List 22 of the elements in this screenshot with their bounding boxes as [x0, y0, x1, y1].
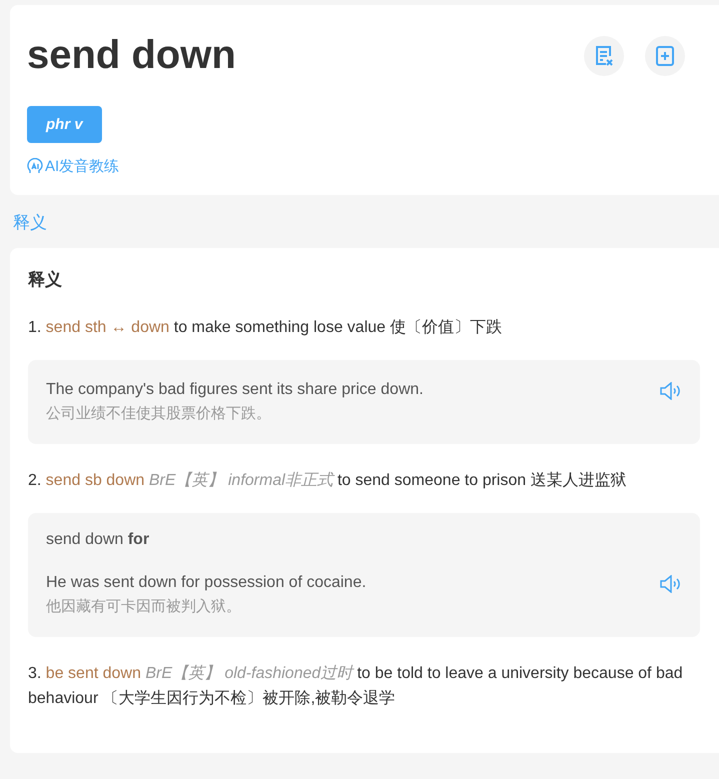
add-button[interactable] [645, 36, 685, 76]
part-of-speech-tag: phr v [27, 106, 102, 143]
definition-line: 1. send sth ↔ down to make something lose value 使〔价值〕下跌 [28, 318, 503, 338]
example-sentence: He was sent down for possession of cocaine. [46, 573, 366, 593]
example-sentence: The company's bad figures sent its share price down. [46, 380, 424, 400]
play-audio-button[interactable] [660, 575, 682, 593]
definition-line: 2. send sb down BrE【英】 informal非正式 to send someone to prison 送某人进监狱 [28, 470, 628, 491]
play-audio-button[interactable] [660, 382, 682, 400]
remove-note-button[interactable] [584, 36, 624, 76]
ai-coach-link[interactable]: AI发音教练 [27, 157, 120, 176]
add-icon [655, 46, 675, 66]
ai-head-icon [27, 158, 43, 175]
definition-line: 3. be sent down BrE【英】 old-fashioned过时 to be told to leave a university because of bad behaviour 〔大学生因行为不检〕被开除,被勒令退学 [28, 664, 684, 709]
section-link[interactable]: 释义 [13, 211, 47, 234]
speaker-icon [660, 575, 682, 593]
note-remove-icon [594, 44, 614, 66]
example-translation: 公司业绩不佳使其股票价格下跌。 [46, 404, 272, 424]
usage-pattern: send down for [46, 531, 150, 549]
section-title: 释义 [28, 269, 63, 291]
example-translation: 他因藏有可卡因而被判入狱。 [46, 597, 242, 617]
headword: send down [27, 33, 236, 78]
speaker-icon [660, 382, 682, 400]
